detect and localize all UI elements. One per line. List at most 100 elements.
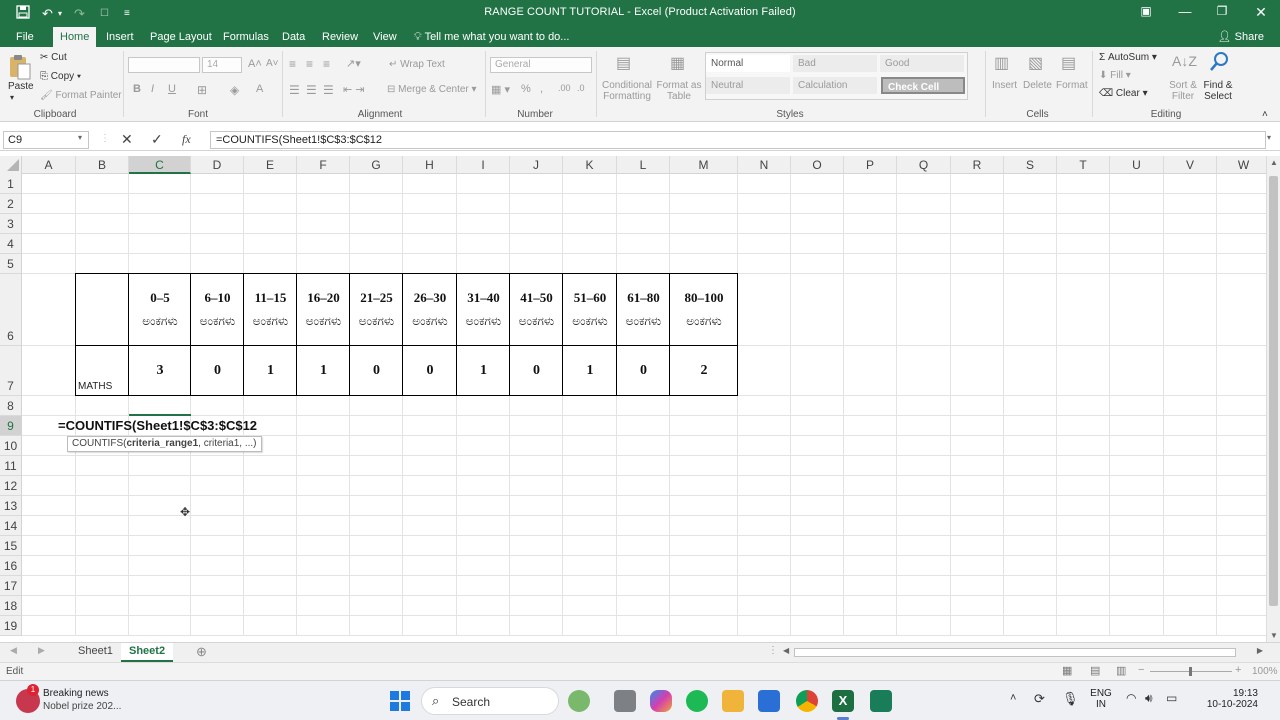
fill-color-icon[interactable]: ◈ [230, 83, 239, 97]
increase-font-icon[interactable]: A˄ [248, 58, 262, 70]
count-value[interactable]: 1 [297, 363, 350, 379]
table-header-cell[interactable] [669, 273, 738, 346]
table-header-cell[interactable] [509, 273, 563, 346]
align-bottom-icon[interactable]: ≡ [323, 57, 330, 71]
scroll-left-icon[interactable]: ◀ [783, 646, 789, 655]
subject-label[interactable]: MATHS [78, 381, 112, 392]
column-header-j[interactable]: J [510, 156, 563, 174]
tab-formulas[interactable]: Formulas [217, 27, 275, 47]
format-as-table-icon[interactable]: ▦ [670, 53, 685, 73]
bold-button[interactable]: B [133, 83, 141, 95]
column-header-d[interactable]: D [191, 156, 244, 174]
sheet-tab-sheet2[interactable]: Sheet2 [121, 643, 174, 662]
count-value[interactable]: 1 [563, 363, 617, 379]
windows-start-icon[interactable] [389, 690, 411, 712]
collapse-ribbon-icon[interactable]: ˄ [1262, 109, 1268, 120]
table-header-cell[interactable] [243, 273, 297, 346]
column-header-e[interactable]: E [244, 156, 297, 174]
row-header-19[interactable]: 19 [0, 616, 22, 636]
style-bad[interactable]: Bad [793, 55, 877, 72]
scroll-sheets-left-icon[interactable]: ◀ [10, 645, 17, 656]
table-header-cell[interactable] [128, 273, 191, 346]
sort-filter-button[interactable]: Sort & Filter [1168, 80, 1198, 102]
column-header-g[interactable]: G [350, 156, 403, 174]
number-format-box[interactable]: General [490, 57, 592, 73]
excel-taskbar-icon[interactable]: X [832, 690, 854, 712]
table-header-cell[interactable] [616, 273, 670, 346]
count-value[interactable]: 2 [670, 363, 738, 379]
column-header-h[interactable]: H [403, 156, 457, 174]
count-value[interactable]: 0 [403, 363, 457, 379]
in-cell-formula-edit[interactable]: =COUNTIFS(Sheet1!$C$3:$C$12 [58, 418, 257, 433]
column-header-m[interactable]: M [670, 156, 738, 174]
row-header-13[interactable]: 13 [0, 496, 22, 516]
italic-button[interactable]: I [151, 83, 154, 95]
indent-icon[interactable]: ⇤ ⇥ [343, 83, 365, 96]
tab-split-handle-icon[interactable]: ⋮ [768, 645, 778, 656]
count-value[interactable]: 0 [617, 363, 670, 379]
table-header-cell[interactable] [75, 273, 129, 346]
row-header-11[interactable]: 11 [0, 456, 22, 476]
align-left-icon[interactable]: ☰ [289, 83, 300, 97]
row-header-7[interactable]: 7 [0, 346, 22, 396]
format-cells-icon[interactable]: ▤ [1061, 53, 1076, 73]
task-view-icon[interactable] [614, 690, 636, 712]
file-explorer-icon[interactable] [722, 690, 744, 712]
news-subtitle[interactable]: Nobel prize 202... [43, 701, 121, 712]
paste-button[interactable]: Paste [8, 81, 34, 92]
font-name-box[interactable] [128, 57, 200, 73]
column-header-f[interactable]: F [297, 156, 350, 174]
table-header-cell[interactable] [296, 273, 350, 346]
count-value[interactable]: 1 [457, 363, 510, 379]
column-header-r[interactable]: R [951, 156, 1004, 174]
column-header-p[interactable]: P [844, 156, 897, 174]
new-sheet-icon[interactable]: ⊕ [196, 644, 207, 660]
find-select-icon[interactable] [1208, 51, 1230, 76]
copilot-icon[interactable] [650, 690, 672, 712]
spotify-icon[interactable] [686, 690, 708, 712]
table-header-cell[interactable] [190, 273, 244, 346]
function-argument-tooltip[interactable]: COUNTIFS(criteria_range1, criteria1, ...… [67, 436, 262, 452]
paste-icon[interactable] [8, 53, 32, 81]
maximize-button[interactable]: ❐ [1207, 4, 1237, 18]
row-header-17[interactable]: 17 [0, 576, 22, 596]
cancel-entry-icon[interactable]: ✕ [121, 131, 133, 148]
close-button[interactable]: ✕ [1246, 4, 1276, 21]
column-header-s[interactable]: S [1004, 156, 1057, 174]
increase-decimal-icon[interactable]: .00 [558, 83, 571, 93]
row-header-10[interactable]: 10 [0, 436, 22, 456]
terminal-app-icon[interactable] [870, 690, 892, 712]
row-header-2[interactable]: 2 [0, 194, 22, 214]
row-header-6[interactable]: 6 [0, 274, 22, 346]
find-select-button[interactable]: Find & Select [1201, 80, 1235, 102]
name-box-dropdown-icon[interactable]: ▾ [78, 133, 82, 142]
scroll-sheets-right-icon[interactable]: ▶ [38, 645, 45, 656]
conditional-formatting-icon[interactable]: ▤ [616, 53, 631, 73]
enter-entry-icon[interactable]: ✓ [151, 131, 163, 148]
ribbon-display-options-icon[interactable]: ▣ [1131, 4, 1161, 18]
scroll-up-icon[interactable]: ▲ [1270, 158, 1278, 167]
insert-cells-button[interactable]: Insert [992, 80, 1017, 91]
paste-dropdown-icon[interactable]: ▾ [10, 93, 14, 102]
column-header-a[interactable]: A [22, 156, 76, 174]
wrap-text-button[interactable]: ↵ Wrap Text [389, 59, 445, 70]
row-header-16[interactable]: 16 [0, 556, 22, 576]
count-value[interactable]: 0 [350, 363, 403, 379]
table-header-cell[interactable] [402, 273, 457, 346]
onedrive-sync-icon[interactable]: ⟳ [1034, 691, 1045, 707]
battery-icon[interactable]: ▭ [1166, 691, 1177, 705]
column-header-l[interactable]: L [617, 156, 670, 174]
tab-data[interactable]: Data [276, 27, 311, 47]
vertical-scroll-thumb[interactable] [1269, 176, 1278, 606]
news-title[interactable]: Breaking news [43, 688, 109, 699]
widgets-game-icon[interactable] [568, 690, 590, 712]
column-header-k[interactable]: K [563, 156, 617, 174]
column-header-c[interactable]: C [129, 156, 191, 174]
row-header-9[interactable]: 9 [0, 416, 22, 436]
row-header-8[interactable]: 8 [0, 396, 22, 416]
zoom-in-icon[interactable]: + [1235, 664, 1241, 676]
horizontal-scroll-thumb[interactable] [794, 648, 1236, 657]
tab-insert[interactable]: Insert [100, 27, 140, 47]
minimize-button[interactable]: — [1170, 4, 1200, 19]
decrease-font-icon[interactable]: A˅ [266, 58, 279, 69]
